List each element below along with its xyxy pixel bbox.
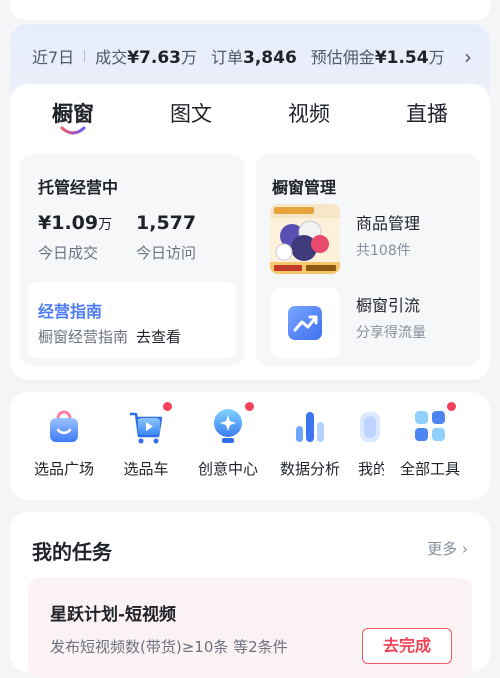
tool-label: 数据分析 [279, 460, 340, 478]
tool-label: 选品广场 [33, 460, 94, 478]
active-tab-indicator [60, 126, 86, 135]
tab-video[interactable]: 视频 [288, 98, 330, 128]
previous-card-edge [10, 0, 490, 20]
tools-card: 选品广场 选品车 创意中心 数据分析 我的 全部工具 [10, 392, 490, 500]
tab-showcase[interactable]: 橱窗 [52, 98, 94, 128]
task-name: 星跃计划-短视频 [50, 605, 177, 625]
stats-bar[interactable]: 近7日 成交¥7.63万 订单3,846 预估佣金¥1.54万 › [20, 34, 480, 78]
product-thumbnail[interactable] [270, 204, 340, 274]
showcase-panel: 橱窗管理 商品管理 共108件 橱窗引流 分享得流量 [256, 154, 480, 366]
notification-dot [245, 402, 254, 411]
tool-label: 选品车 [123, 460, 169, 478]
chevron-right-icon[interactable]: › [464, 45, 472, 69]
tab-image-text[interactable]: 图文 [170, 98, 212, 128]
today-visits-label: 今日访问 [136, 244, 197, 262]
showcase-title: 橱窗管理 [272, 178, 337, 197]
tool-selection-cart[interactable]: 选品车 [106, 402, 186, 479]
stat-gmv: 成交¥7.63万 [95, 48, 197, 68]
traffic-icon-box[interactable] [270, 288, 340, 358]
cart-icon [130, 412, 163, 444]
chevron-right-icon: › [462, 540, 468, 558]
product-mgmt-title[interactable]: 商品管理 [356, 210, 420, 234]
traffic-sub: 分享得流量 [356, 325, 426, 341]
period-label: 近7日 [32, 48, 75, 67]
task-item[interactable]: 星跃计划-短视频 发布短视频数(带货)≥10条 等2条件 去完成 [28, 578, 472, 678]
shopping-bag-icon [50, 410, 78, 442]
grid-icon [415, 411, 445, 441]
tasks-card: 我的任务 更多 › 星跃计划-短视频 发布短视频数(带货)≥10条 等2条件 去… [10, 512, 490, 678]
stat-orders: 订单3,846 [211, 48, 297, 68]
trend-up-icon [288, 306, 322, 340]
task-desc: 发布短视频数(带货)≥10条 等2条件 [50, 638, 288, 656]
content-tabs: 橱窗 图文 视频 直播 [10, 84, 490, 140]
tool-data-analysis[interactable]: 数据分析 [270, 406, 350, 479]
guide-title: 经营指南 [38, 302, 103, 321]
tasks-title: 我的任务 [32, 540, 112, 564]
tool-mine[interactable]: 我的 [344, 406, 384, 479]
divider [84, 50, 86, 62]
tab-live[interactable]: 直播 [406, 98, 448, 128]
today-gmv-value: ¥1.09万 [38, 212, 113, 234]
managed-panel[interactable]: 托管经营中 ¥1.09万 今日成交 1,577 今日访问 经营指南 橱窗经营指南… [20, 154, 244, 366]
tool-label: 我的 [358, 460, 384, 478]
guide-link[interactable]: 去查看 [136, 328, 181, 346]
notification-dot [447, 402, 456, 411]
traffic-title[interactable]: 橱窗引流 [356, 292, 420, 316]
tool-label: 全部工具 [399, 460, 460, 478]
tool-all-tools[interactable]: 全部工具 [390, 402, 470, 479]
managed-title: 托管经营中 [38, 178, 119, 197]
profile-icon [360, 412, 380, 442]
bar-chart-icon [296, 412, 324, 442]
guide-card[interactable]: 经营指南 橱窗经营指南 去查看 [28, 282, 236, 358]
stat-commission: 预估佣金¥1.54万 [310, 48, 445, 68]
shop-window-card: 橱窗 图文 视频 直播 托管经营中 ¥1.09万 今日成交 1,577 今日访问… [10, 84, 490, 380]
go-complete-button[interactable]: 去完成 [362, 628, 452, 664]
guide-desc: 橱窗经营指南 去查看 [38, 328, 182, 346]
tool-selection-square[interactable]: 选品广场 [24, 406, 104, 479]
tool-creative-center[interactable]: 创意中心 [188, 402, 268, 479]
notification-dot [163, 402, 172, 411]
today-gmv-label: 今日成交 [38, 244, 99, 262]
product-count: 共108件 [356, 243, 411, 259]
more-link[interactable]: 更多 › [427, 538, 468, 559]
today-visits-value: 1,577 [136, 212, 197, 234]
lightbulb-icon [214, 409, 242, 443]
tool-label: 创意中心 [197, 460, 258, 478]
